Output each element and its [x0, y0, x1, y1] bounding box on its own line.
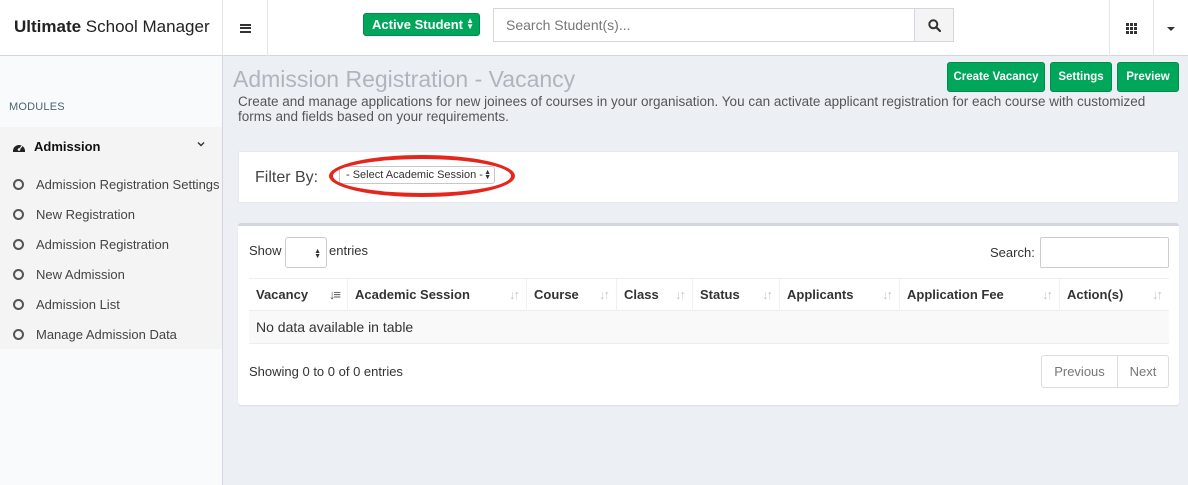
settings-button[interactable]: Settings	[1050, 62, 1112, 92]
sidebar-subitem-label: New Admission	[36, 267, 125, 282]
table-search-input[interactable]	[1040, 237, 1169, 268]
sidebar-subitem-new-registration[interactable]: New Registration	[0, 200, 222, 230]
hamburger-icon	[239, 23, 251, 33]
sort-icon: ↓↑	[509, 287, 520, 302]
sort-icon: ↓↑	[675, 287, 686, 302]
brand-rest: School Manager	[81, 17, 210, 36]
sidebar-item-admission[interactable]: Admission	[0, 127, 222, 167]
circle-icon	[13, 299, 24, 310]
column-label: Class	[624, 287, 659, 302]
sidebar-header: MODULES	[9, 101, 65, 113]
column-header-actions[interactable]: Action(s) ↓↑	[1060, 279, 1169, 311]
table-info: Showing 0 to 0 of 0 entries	[249, 364, 403, 379]
top-navbar: Ultimate School Manager Active Student ▲…	[0, 0, 1188, 56]
highlight-annotation	[329, 155, 515, 197]
column-header-status[interactable]: Status ↓↑	[693, 279, 780, 311]
show-label: Show	[249, 243, 282, 258]
sidebar-subitem-label: New Registration	[36, 207, 135, 222]
sort-icon: ↓↑	[599, 287, 610, 302]
student-search	[493, 8, 954, 42]
circle-icon	[13, 269, 24, 280]
search-icon	[927, 18, 941, 32]
student-status-dropdown[interactable]: Active Student ▲ ▼	[363, 13, 480, 36]
pagination: Previous Next	[1041, 355, 1169, 388]
filter-panel: Filter By: - Select Academic Session - ▲…	[238, 151, 1179, 203]
sidebar-subitem-label: Manage Admission Data	[36, 327, 177, 342]
student-search-input[interactable]	[494, 9, 914, 41]
sidebar-subitem-admission-list[interactable]: Admission List	[0, 290, 222, 320]
table-header: Vacancy ↓≡ Academic Session ↓↑ Course ↓↑…	[249, 278, 1169, 311]
page-description: Create and manage applications for new j…	[238, 94, 1146, 124]
sidebar-subitem-label: Admission Registration	[36, 237, 169, 252]
column-label: Vacancy	[256, 287, 309, 302]
column-label: Course	[534, 287, 579, 302]
sort-ascending-icon: ↓≡	[328, 287, 341, 302]
next-page-button[interactable]: Next	[1118, 356, 1168, 387]
column-label: Academic Session	[355, 287, 470, 302]
column-label: Action(s)	[1067, 287, 1124, 302]
admission-menu: Admission Admission Registration Setting…	[0, 127, 222, 349]
vacancy-table-panel: Show ▲ ▼ entries Search: Vacancy ↓≡ Acade…	[238, 223, 1179, 405]
circle-icon	[13, 239, 24, 250]
circle-icon	[13, 179, 24, 190]
column-label: Application Fee	[907, 287, 1004, 302]
sidebar-subitem-manage-admission-data[interactable]: Manage Admission Data	[0, 320, 222, 350]
page-title: Admission Registration - Vacancy	[233, 66, 576, 92]
column-header-application-fee[interactable]: Application Fee ↓↑	[900, 279, 1060, 311]
create-vacancy-button[interactable]: Create Vacancy	[947, 62, 1045, 92]
column-header-vacancy[interactable]: Vacancy ↓≡	[249, 279, 348, 311]
brand-logo[interactable]: Ultimate School Manager	[0, 0, 223, 56]
updown-caret-icon: ▲ ▼	[466, 16, 474, 31]
sort-icon: ↓↑	[762, 287, 773, 302]
sidebar-subitem-admission-registration[interactable]: Admission Registration	[0, 230, 222, 260]
sort-icon: ↓↑	[1042, 287, 1053, 302]
apps-menu-button[interactable]	[1109, 0, 1154, 56]
column-header-academic-session[interactable]: Academic Session ↓↑	[348, 279, 527, 311]
column-header-class[interactable]: Class ↓↑	[617, 279, 693, 311]
grid-icon	[1126, 22, 1137, 34]
column-label: Applicants	[787, 287, 854, 302]
column-header-applicants[interactable]: Applicants ↓↑	[780, 279, 900, 311]
brand-bold: Ultimate	[14, 17, 82, 36]
column-header-course[interactable]: Course ↓↑	[527, 279, 617, 311]
preview-button[interactable]: Preview	[1117, 62, 1179, 92]
sidebar-subitem-admission-registration-settings[interactable]: Admission Registration Settings	[0, 170, 222, 200]
sidebar-subitem-new-admission[interactable]: New Admission	[0, 260, 222, 290]
sidebar-subitem-label: Admission Registration Settings	[36, 177, 220, 192]
entries-length-select[interactable]: ▲ ▼	[285, 237, 327, 268]
filter-label: Filter By:	[255, 169, 319, 186]
sort-icon: ↓↑	[882, 287, 893, 302]
table-search-label: Search:	[990, 245, 1035, 260]
circle-icon	[13, 209, 24, 220]
dashboard-icon	[13, 145, 25, 152]
sort-icon: ↓↑	[1152, 287, 1163, 302]
circle-icon	[13, 329, 24, 340]
updown-caret-icon: ▲ ▼	[314, 248, 321, 260]
chevron-down-icon	[197, 142, 205, 147]
column-label: Status	[700, 287, 740, 302]
previous-page-button[interactable]: Previous	[1042, 356, 1118, 387]
sidebar-item-label: Admission	[34, 139, 101, 154]
caret-down-icon	[1167, 27, 1175, 31]
entries-label: entries	[329, 243, 369, 258]
table-empty-row: No data available in table	[249, 311, 1169, 344]
user-menu-dropdown[interactable]	[1154, 0, 1188, 56]
student-status-label: Active Student	[372, 17, 464, 32]
sidebar-subitem-label: Admission List	[36, 297, 120, 312]
search-button[interactable]	[914, 9, 953, 41]
sidebar-toggle-button[interactable]	[223, 0, 268, 56]
sidebar: MODULES Admission Admission Registration…	[0, 56, 223, 485]
